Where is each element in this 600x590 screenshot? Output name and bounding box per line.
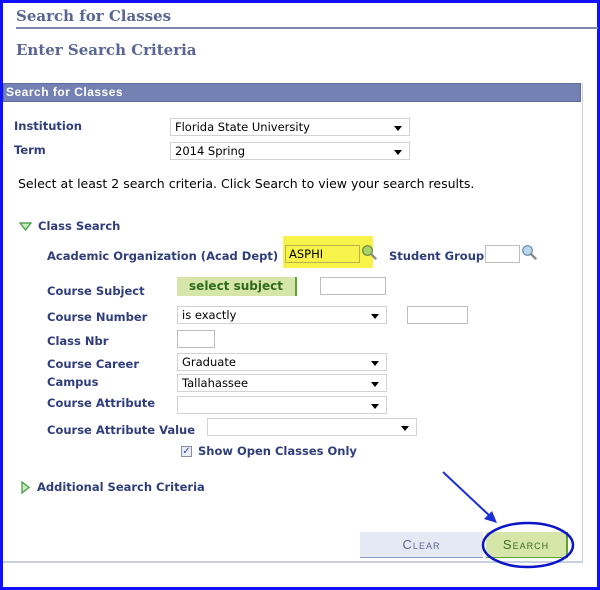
student-group-label: Student Group: [389, 249, 485, 263]
acad-org-value: ASPHI: [289, 247, 324, 261]
course-attribute-label: Course Attribute: [47, 396, 156, 410]
page-title: Search for Classes: [16, 7, 172, 25]
dropdown-arrow-icon: [371, 404, 379, 409]
course-attribute-select[interactable]: [177, 396, 387, 414]
class-search-label: Class Search: [38, 219, 121, 233]
search-button[interactable]: Search: [486, 532, 568, 558]
dropdown-arrow-icon: [394, 150, 402, 155]
course-career-select[interactable]: Graduate: [177, 353, 387, 371]
show-open-classes-checkbox[interactable]: ✓: [181, 445, 192, 457]
show-open-classes-label: Show Open Classes Only: [198, 444, 357, 458]
acad-org-label: Academic Organization (Acad Dept): [47, 249, 279, 263]
course-career-label: Course Career: [47, 357, 139, 371]
term-value: 2014 Spring: [175, 144, 246, 158]
acad-org-input[interactable]: ASPHI: [285, 245, 360, 263]
additional-search-criteria-toggle[interactable]: Additional Search Criteria: [21, 480, 205, 494]
course-number-operator-value: is exactly: [182, 308, 237, 322]
title-divider: [16, 27, 598, 29]
campus-label: Campus: [47, 375, 99, 389]
select-subject-button[interactable]: select subject: [177, 277, 297, 296]
additional-search-criteria-label: Additional Search Criteria: [37, 480, 205, 494]
course-attribute-value-select[interactable]: [207, 418, 417, 436]
course-career-value: Graduate: [182, 355, 236, 369]
clear-button[interactable]: Clear: [360, 532, 483, 558]
course-number-input[interactable]: [407, 306, 468, 324]
course-subject-label: Course Subject: [47, 284, 145, 298]
expanded-triangle-icon: [19, 221, 32, 231]
course-attribute-value-label: Course Attribute Value: [47, 423, 196, 437]
course-subject-input[interactable]: [320, 277, 386, 295]
dropdown-arrow-icon: [371, 382, 379, 387]
term-select[interactable]: 2014 Spring: [170, 142, 410, 160]
course-number-operator-select[interactable]: is exactly: [177, 306, 387, 324]
dropdown-arrow-icon: [401, 426, 409, 431]
course-number-label: Course Number: [47, 310, 148, 324]
search-button-label: Search: [502, 537, 550, 552]
campus-select[interactable]: Tallahassee: [177, 374, 387, 392]
dropdown-arrow-icon: [371, 361, 379, 366]
term-label: Term: [14, 143, 46, 157]
section-title: Enter Search Criteria: [16, 41, 197, 59]
lookup-search-icon[interactable]: [521, 244, 537, 260]
panel-header: Search for Classes: [3, 83, 581, 102]
institution-value: Florida State University: [175, 120, 310, 134]
dropdown-arrow-icon: [371, 314, 379, 319]
student-group-input[interactable]: [485, 245, 520, 263]
institution-select[interactable]: Florida State University: [170, 118, 410, 136]
clear-button-label: Clear: [402, 537, 441, 552]
class-search-toggle[interactable]: Class Search: [19, 219, 120, 233]
class-nbr-input[interactable]: [177, 330, 215, 348]
collapsed-triangle-icon: [21, 480, 30, 494]
institution-label: Institution: [14, 119, 82, 133]
dropdown-arrow-icon: [394, 126, 402, 131]
lookup-search-icon[interactable]: [361, 244, 377, 260]
class-nbr-label: Class Nbr: [47, 334, 109, 348]
show-open-classes-option[interactable]: ✓ Show Open Classes Only: [181, 444, 357, 458]
campus-value: Tallahassee: [182, 376, 249, 390]
instructions-text: Select at least 2 search criteria. Click…: [18, 176, 475, 191]
